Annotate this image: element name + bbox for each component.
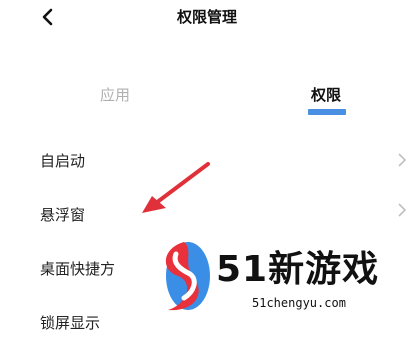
- active-tab-indicator: [308, 109, 346, 115]
- tab-apps[interactable]: 应用: [100, 84, 130, 105]
- chevron-right-icon: [398, 153, 407, 167]
- watermark-url: 51chengyu.com: [252, 296, 346, 310]
- tab-bar: 应用 权限: [0, 78, 414, 122]
- list-item-label: 悬浮窗: [40, 206, 86, 224]
- chevron-right-icon: [398, 203, 407, 217]
- site-logo-icon: [165, 242, 210, 311]
- tab-permissions[interactable]: 权限: [311, 84, 341, 105]
- list-item-label: 自启动: [40, 152, 86, 170]
- list-item-label: 桌面快捷方: [40, 260, 116, 278]
- page-title: 权限管理: [176, 8, 237, 26]
- list-item-label: 锁屏显示: [40, 314, 101, 332]
- watermark-title: 51新游戏: [216, 249, 380, 290]
- watermark: 51新游戏 51chengyu.com: [154, 238, 414, 316]
- annotation-arrow-icon: [142, 162, 210, 213]
- top-bar: 权限管理: [0, 0, 414, 40]
